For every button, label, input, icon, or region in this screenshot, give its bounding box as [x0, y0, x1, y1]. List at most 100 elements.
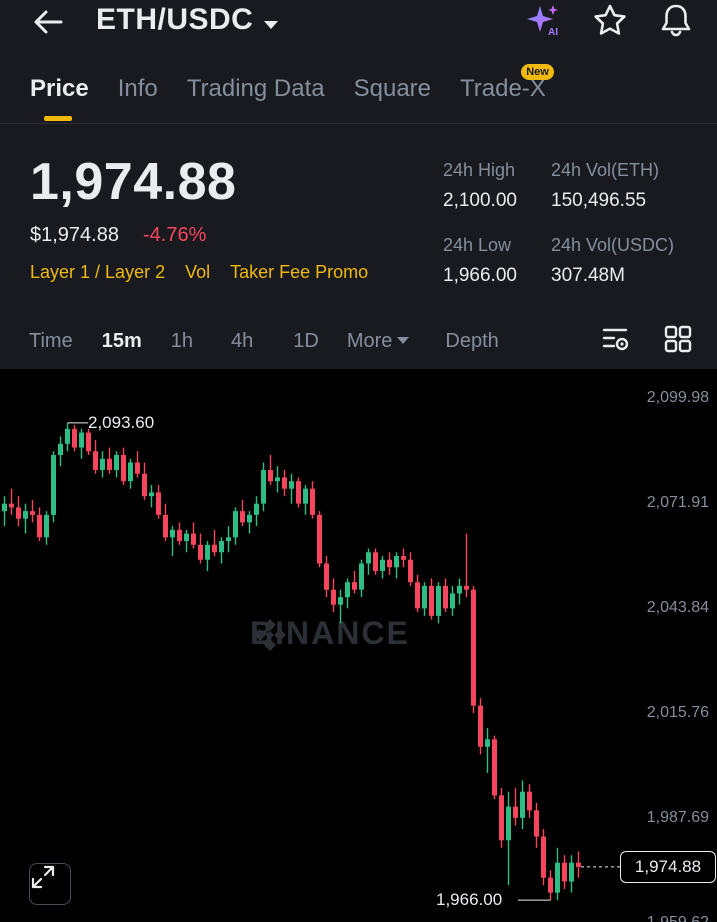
candle-body: [142, 473, 147, 497]
tab-square[interactable]: Square: [354, 70, 431, 110]
candles-layer: [2, 422, 620, 901]
candle: [107, 447, 112, 474]
candle-body: [394, 556, 399, 568]
candle-body: [555, 862, 560, 893]
tab-label: Info: [117, 75, 158, 102]
candle: [485, 728, 490, 773]
candle: [471, 585, 476, 714]
candle: [23, 503, 28, 534]
fullscreen-button[interactable]: [29, 863, 71, 905]
grid-layout-icon[interactable]: [663, 324, 693, 354]
stat-24h-vol-eth: 24h Vol(ETH) 150,496.55: [551, 160, 659, 212]
candle: [555, 847, 560, 901]
candle-body: [478, 705, 483, 747]
pair-selector[interactable]: ETH/USDC: [96, 0, 279, 40]
candle: [541, 829, 546, 886]
candlestick-chart[interactable]: BINANCE 2,099.98 2,071.91 2,043.84 2,015…: [0, 369, 717, 922]
candle-body: [380, 559, 385, 571]
interval-4h[interactable]: 4h: [231, 330, 253, 353]
stat-24h-vol-usdc: 24h Vol(USDC) 307.48M: [551, 235, 674, 287]
candle: [499, 787, 504, 848]
candle: [156, 484, 161, 519]
interval-more[interactable]: More: [347, 330, 410, 353]
stat-value: 1,966.00: [443, 265, 517, 286]
candle: [394, 552, 399, 579]
tab-trade-x[interactable]: Trade-X New: [460, 64, 554, 110]
main-tabs: Price Info Trading Data Square Trade-X N…: [30, 64, 554, 122]
candle-body: [198, 544, 203, 560]
candle: [429, 578, 434, 620]
tab-trading-data[interactable]: Trading Data: [187, 70, 325, 110]
candle-body: [247, 514, 252, 523]
candle: [478, 698, 483, 755]
candle: [457, 578, 462, 605]
interval-time[interactable]: Time: [29, 330, 73, 353]
stat-label: 24h Low: [443, 235, 512, 255]
candle-body: [37, 514, 42, 538]
candle: [79, 428, 84, 459]
candle-body: [240, 511, 245, 523]
candle: [450, 585, 455, 616]
tag-taker-fee-promo[interactable]: Taker Fee Promo: [230, 262, 368, 283]
candle: [436, 582, 441, 624]
candle: [345, 578, 350, 609]
y-axis-label: 2,099.98: [646, 389, 709, 406]
candle: [380, 556, 385, 579]
candle: [324, 556, 329, 598]
candle-body: [212, 544, 217, 553]
candle-body: [100, 458, 105, 470]
candle: [72, 425, 77, 452]
ai-sparkle-icon[interactable]: AI: [525, 1, 563, 39]
interval-1h[interactable]: 1h: [171, 330, 193, 353]
tabs-divider: [0, 123, 717, 124]
y-axis-label: 2,015.76: [646, 704, 709, 721]
candle-body: [79, 432, 84, 448]
candle: [2, 496, 7, 527]
candle-body: [9, 503, 14, 508]
tab-price[interactable]: Price: [30, 70, 89, 121]
candle-body: [135, 462, 140, 474]
y-axis-label: 1,987.69: [646, 809, 709, 826]
candle: [44, 511, 49, 545]
interval-1d[interactable]: 1D: [293, 330, 319, 353]
candle-body: [219, 541, 224, 553]
top-icons: AI: [525, 0, 695, 40]
candle-body: [51, 455, 56, 515]
chart-tools: [601, 324, 693, 354]
candle: [93, 440, 98, 474]
tag-layer[interactable]: Layer 1 / Layer 2: [30, 262, 165, 283]
interval-15m[interactable]: 15m: [102, 330, 142, 353]
chart-settings-icon[interactable]: [601, 324, 631, 354]
candle: [51, 451, 56, 523]
candle-body: [408, 559, 413, 583]
candle: [569, 855, 574, 893]
stat-24h-high: 24h High 2,100.00: [443, 160, 517, 212]
candle-body: [513, 806, 518, 818]
candle: [128, 458, 133, 489]
candle-body: [205, 544, 210, 560]
star-icon[interactable]: [591, 1, 629, 39]
candle: [534, 802, 539, 848]
candle: [219, 537, 224, 564]
candle-body: [541, 836, 546, 878]
tag-vol[interactable]: Vol: [185, 262, 210, 283]
candle-body: [457, 585, 462, 594]
candle-body: [107, 458, 112, 470]
candle-body: [429, 585, 434, 616]
stat-label: 24h Vol(ETH): [551, 160, 660, 180]
candle-body: [149, 492, 154, 497]
depth-tab[interactable]: Depth: [445, 330, 498, 353]
back-arrow-icon[interactable]: [26, 4, 70, 40]
tab-info[interactable]: Info: [118, 70, 158, 110]
bell-icon[interactable]: [657, 1, 695, 39]
candle-body: [310, 488, 315, 515]
candle: [373, 548, 378, 575]
candle: [303, 484, 308, 515]
candle-body: [373, 552, 378, 571]
candle-body: [317, 514, 322, 564]
candle-body: [324, 563, 329, 590]
candle-body: [471, 589, 476, 706]
candle: [359, 559, 364, 598]
candle-body: [338, 597, 343, 605]
last-price-tag[interactable]: 1,974.88: [620, 850, 716, 883]
